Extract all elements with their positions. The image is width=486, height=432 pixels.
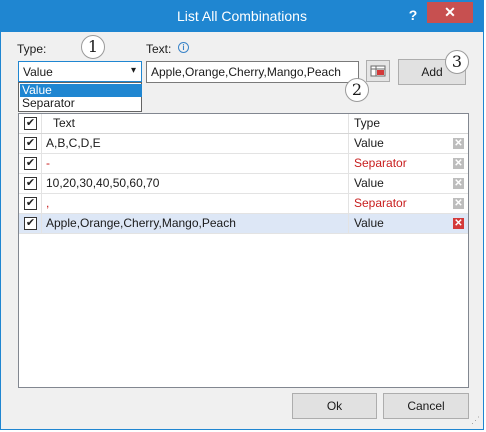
help-icon[interactable]: ? [404, 5, 422, 25]
row-text: A,B,C,D,E [41, 134, 349, 153]
delete-icon[interactable]: ✕ [453, 218, 464, 229]
range-picker-icon [370, 65, 386, 77]
callout-2: 2 [345, 78, 369, 102]
row-text: 10,20,30,40,50,60,70 [41, 174, 349, 193]
row-text: , [41, 194, 349, 213]
type-select-value: Value [23, 65, 53, 79]
info-icon: i [178, 42, 189, 53]
row-text: - [41, 154, 349, 173]
delete-icon[interactable]: ✕ [453, 158, 464, 169]
dialog-window: List All Combinations ? ✕ Type: 1 Text: … [0, 0, 484, 430]
delete-icon[interactable]: ✕ [453, 138, 464, 149]
row-check-cell: ✔ [19, 154, 42, 173]
chevron-down-icon: ▾ [130, 65, 136, 76]
ok-button[interactable]: Ok [292, 393, 377, 419]
cancel-button[interactable]: Cancel [383, 393, 469, 419]
callout-1: 1 [81, 35, 105, 59]
text-input[interactable]: Apple,Orange,Cherry,Mango,Peach [146, 61, 359, 83]
grid-header: ✔ Text Type [19, 114, 468, 134]
row-check-cell: ✔ [19, 214, 42, 233]
type-select[interactable]: Value ▾ [18, 61, 142, 82]
row-checkbox[interactable]: ✔ [24, 157, 37, 170]
row-checkbox[interactable]: ✔ [24, 217, 37, 230]
close-button[interactable]: ✕ [427, 2, 473, 23]
delete-icon[interactable]: ✕ [453, 178, 464, 189]
table-row[interactable]: ✔ - Separator ✕ [19, 154, 468, 174]
title-bar: List All Combinations ? ✕ [1, 1, 483, 32]
delete-icon[interactable]: ✕ [453, 198, 464, 209]
callout-3: 3 [445, 50, 469, 74]
header-type[interactable]: Type [349, 114, 449, 133]
row-check-cell: ✔ [19, 134, 42, 153]
header-check-cell: ✔ [19, 114, 42, 133]
row-type: Value [354, 136, 384, 150]
text-label: Text: [146, 42, 172, 56]
row-checkbox[interactable]: ✔ [24, 137, 37, 150]
row-checkbox[interactable]: ✔ [24, 177, 37, 190]
row-check-cell: ✔ [19, 194, 42, 213]
row-checkbox[interactable]: ✔ [24, 197, 37, 210]
row-text: Apple,Orange,Cherry,Mango,Peach [41, 214, 349, 233]
header-text[interactable]: Text [41, 114, 349, 133]
combinations-grid: ✔ Text Type ✔ A,B,C,D,E Value ✕ ✔ - Sepa… [18, 113, 469, 388]
row-check-cell: ✔ [19, 174, 42, 193]
row-type: Separator [354, 196, 407, 210]
type-label: Type: [17, 42, 47, 56]
type-dropdown: Value Separator [18, 82, 142, 112]
row-type: Value [354, 216, 384, 230]
row-type: Separator [354, 156, 407, 170]
range-picker-button[interactable] [366, 60, 390, 82]
select-all-checkbox[interactable]: ✔ [24, 117, 37, 130]
dropdown-option-separator[interactable]: Separator [20, 97, 142, 110]
table-row[interactable]: ✔ A,B,C,D,E Value ✕ [19, 134, 468, 154]
table-row[interactable]: ✔ Apple,Orange,Cherry,Mango,Peach Value … [19, 214, 468, 234]
table-row[interactable]: ✔ 10,20,30,40,50,60,70 Value ✕ [19, 174, 468, 194]
resize-grip-icon[interactable]: ⋰ [471, 415, 480, 426]
table-row[interactable]: ✔ , Separator ✕ [19, 194, 468, 214]
row-type: Value [354, 176, 384, 190]
